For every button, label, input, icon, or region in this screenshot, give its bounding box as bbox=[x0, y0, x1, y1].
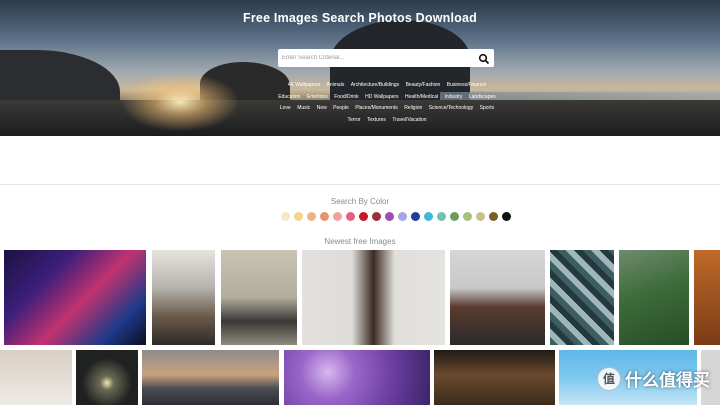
image-thumbnail[interactable] bbox=[142, 350, 279, 405]
tag-link[interactable]: Education bbox=[278, 93, 300, 102]
hero-sun bbox=[120, 72, 240, 132]
category-tags: 4K Wallpapers Animals Architecture/Build… bbox=[274, 78, 500, 124]
content-spacer bbox=[0, 136, 720, 185]
image-thumbnail[interactable] bbox=[4, 250, 146, 345]
tag-link[interactable]: Music bbox=[297, 104, 310, 113]
tag-link[interactable]: People bbox=[333, 104, 349, 113]
tag-link[interactable]: Health/Medical bbox=[405, 93, 438, 102]
color-swatch[interactable] bbox=[411, 212, 420, 221]
watermark-text: 什么值得买 bbox=[625, 371, 710, 390]
tag-link[interactable]: Textures bbox=[367, 116, 386, 125]
color-swatch[interactable] bbox=[346, 212, 355, 221]
tag-link[interactable]: Science/Technology bbox=[429, 104, 473, 113]
image-thumbnail[interactable] bbox=[76, 350, 138, 405]
tag-link[interactable]: Travel/Vacation bbox=[392, 116, 426, 125]
color-section-title: Search By Color bbox=[330, 197, 390, 206]
search-icon[interactable] bbox=[478, 52, 490, 65]
search-bar bbox=[278, 49, 494, 67]
color-swatch[interactable] bbox=[476, 212, 485, 221]
tag-link[interactable]: HD Wallpapers bbox=[365, 93, 398, 102]
color-swatch[interactable] bbox=[307, 212, 316, 221]
color-swatch[interactable] bbox=[333, 212, 342, 221]
image-thumbnail[interactable] bbox=[434, 350, 555, 405]
tag-link[interactable]: Business/Finance bbox=[447, 81, 486, 90]
color-swatch[interactable] bbox=[502, 212, 511, 221]
tag-link[interactable]: Food/Drink bbox=[334, 93, 358, 102]
tag-link[interactable]: Architecture/Buildings bbox=[351, 81, 399, 90]
watermark: 值 什么值得买 bbox=[597, 366, 710, 391]
tag-link[interactable]: 4K Wallpapers bbox=[288, 81, 320, 90]
tag-link[interactable]: Beauty/Fashion bbox=[406, 81, 441, 90]
image-thumbnail[interactable] bbox=[550, 250, 614, 345]
tag-link[interactable]: Religion bbox=[404, 104, 422, 113]
image-thumbnail[interactable] bbox=[450, 250, 545, 345]
color-swatch[interactable] bbox=[372, 212, 381, 221]
hero-banner: Free Images Search Photos Download 4K Wa… bbox=[0, 0, 720, 136]
image-thumbnail[interactable] bbox=[0, 350, 72, 405]
color-swatch[interactable] bbox=[359, 212, 368, 221]
page-title: Free Images Search Photos Download bbox=[243, 11, 477, 25]
color-swatch[interactable] bbox=[385, 212, 394, 221]
image-thumbnail[interactable] bbox=[694, 250, 720, 345]
color-swatch[interactable] bbox=[450, 212, 459, 221]
image-thumbnail[interactable] bbox=[284, 350, 430, 405]
tag-link[interactable]: New bbox=[317, 104, 327, 113]
image-thumbnail[interactable] bbox=[221, 250, 297, 345]
color-swatch[interactable] bbox=[320, 212, 329, 221]
color-swatches bbox=[281, 212, 511, 221]
color-swatch[interactable] bbox=[398, 212, 407, 221]
tag-link[interactable]: Animals bbox=[327, 81, 345, 90]
color-swatch[interactable] bbox=[489, 212, 498, 221]
color-swatch[interactable] bbox=[424, 212, 433, 221]
search-input[interactable] bbox=[278, 49, 476, 67]
color-swatch[interactable] bbox=[294, 212, 303, 221]
watermark-badge: 值 bbox=[597, 366, 621, 391]
image-thumbnail[interactable] bbox=[302, 250, 445, 345]
tag-link[interactable]: Love bbox=[280, 104, 291, 113]
color-swatch[interactable] bbox=[463, 212, 472, 221]
image-thumbnail[interactable] bbox=[619, 250, 689, 345]
image-thumbnail[interactable] bbox=[152, 250, 215, 345]
color-swatch[interactable] bbox=[437, 212, 446, 221]
tag-link[interactable]: Emotions bbox=[307, 93, 328, 102]
tag-link[interactable]: Industry bbox=[445, 93, 463, 102]
tag-link[interactable]: Terror bbox=[347, 116, 360, 125]
tag-link[interactable]: Sports bbox=[480, 104, 494, 113]
newest-section-title: Newest free Images bbox=[324, 237, 396, 246]
tag-link[interactable]: Landscapes bbox=[469, 93, 496, 102]
color-swatch[interactable] bbox=[281, 212, 290, 221]
tag-link[interactable]: Places/Monuments bbox=[355, 104, 398, 113]
